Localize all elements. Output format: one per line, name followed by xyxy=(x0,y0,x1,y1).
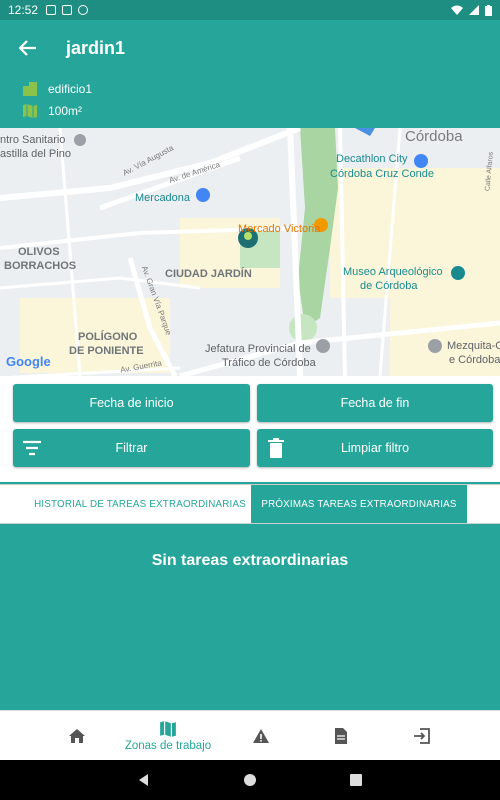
map-label: astilla del Pino xyxy=(0,148,71,160)
filter-icon xyxy=(23,440,41,456)
map-label: OLIVOS xyxy=(18,246,60,258)
building-icon xyxy=(23,82,37,96)
museo-pin[interactable] xyxy=(451,266,465,280)
map-label: Mezquita-C xyxy=(447,340,500,352)
tasks-content: Sin tareas extraordinarias xyxy=(0,524,500,710)
tab-bar: HISTORIAL DE TAREAS EXTRAORDINARIAS PRÓX… xyxy=(0,484,500,524)
end-date-button[interactable]: Fecha de fin xyxy=(257,384,493,422)
end-date-label: Fecha de fin xyxy=(340,396,410,410)
zone-info: edificio1 100m² xyxy=(0,76,500,128)
back-button[interactable] xyxy=(0,20,56,76)
map-label: de Córdoba xyxy=(360,280,418,292)
google-logo: Google xyxy=(6,354,51,369)
map-label: ntro Sanitario xyxy=(0,134,66,146)
decathlon-pin[interactable] xyxy=(414,154,428,168)
map-label: Córdoba Cruz Conde xyxy=(330,168,434,180)
warning-icon xyxy=(253,729,269,743)
clear-filter-button[interactable]: Limpiar filtro xyxy=(257,429,493,467)
home-icon xyxy=(69,729,85,743)
start-date-label: Fecha de inicio xyxy=(89,396,174,410)
filter-button[interactable]: Filtrar xyxy=(13,429,250,467)
trash-icon xyxy=(268,438,284,458)
tab-historial-label: HISTORIAL DE TAREAS EXTRAORDINARIAS xyxy=(34,498,246,510)
notification-icon xyxy=(46,5,57,15)
nav-incidencias[interactable] xyxy=(221,711,301,761)
filter-panel: Fecha de inicio Fecha de fin Filtrar Lim… xyxy=(0,376,500,482)
tab-historial[interactable]: HISTORIAL DE TAREAS EXTRAORDINARIAS xyxy=(30,485,250,523)
mezquita-pin[interactable] xyxy=(428,339,442,353)
status-time: 12:52 xyxy=(8,3,39,17)
map-label: e Córdoba xyxy=(449,354,500,366)
nav-zonas-label: Zonas de trabajo xyxy=(124,740,212,752)
signal-icon xyxy=(469,5,479,15)
system-navigation xyxy=(0,760,500,800)
app-bar: jardin1 xyxy=(0,20,500,76)
bottom-navigation: Zonas de trabajo xyxy=(0,710,500,760)
area-row: 100m² xyxy=(0,100,500,122)
map-label: Córdoba xyxy=(405,128,463,145)
tab-proximas-label: PRÓXIMAS TAREAS EXTRAORDINARIAS xyxy=(261,498,457,510)
centro-sanitario-pin[interactable] xyxy=(74,134,86,146)
building-name: edificio1 xyxy=(48,82,93,96)
sync-icon xyxy=(78,5,89,15)
map-canvas xyxy=(0,128,500,376)
sd-card-icon xyxy=(62,5,73,15)
map-area-icon xyxy=(23,104,37,118)
map-label: Museo Arqueológico xyxy=(343,266,443,278)
status-bar: 12:52 xyxy=(0,0,500,20)
map-label: Decathlon City xyxy=(336,153,408,165)
jefatura-pin[interactable] xyxy=(316,339,330,353)
map-label: Tráfico de Córdoba xyxy=(222,357,316,369)
map-label: CIUDAD JARDÍN xyxy=(165,268,252,280)
start-date-button[interactable]: Fecha de inicio xyxy=(13,384,250,422)
filter-label: Filtrar xyxy=(115,441,148,455)
battery-icon xyxy=(485,4,492,16)
clear-filter-label: Limpiar filtro xyxy=(340,441,410,455)
map-icon xyxy=(160,721,176,737)
nav-logout[interactable] xyxy=(382,711,462,761)
nav-zonas[interactable]: Zonas de trabajo xyxy=(124,711,212,761)
map-label: Mercado Victoria xyxy=(238,223,321,235)
map-label: DE PONIENTE xyxy=(69,345,144,357)
mercadona-pin[interactable] xyxy=(196,188,210,202)
empty-message: Sin tareas extraordinarias xyxy=(151,552,349,569)
nav-home[interactable] xyxy=(37,711,117,761)
document-icon xyxy=(335,728,347,744)
tab-proximas[interactable]: PRÓXIMAS TAREAS EXTRAORDINARIAS xyxy=(251,485,467,523)
area-value: 100m² xyxy=(48,104,83,118)
wifi-icon xyxy=(451,5,463,15)
arrow-back-icon xyxy=(19,40,36,56)
system-back-icon[interactable] xyxy=(134,770,154,790)
building-row: edificio1 xyxy=(0,78,500,100)
map-view[interactable]: ntro Sanitario astilla del Pino Córdoba … xyxy=(0,128,500,376)
logout-icon xyxy=(414,728,430,744)
map-label: Jefatura Provincial de xyxy=(205,343,311,355)
page-title: jardin1 xyxy=(66,37,126,58)
map-label: BORRACHOS xyxy=(4,260,77,272)
map-label: Mercadona xyxy=(135,192,191,204)
system-recents-icon[interactable] xyxy=(346,770,366,790)
system-home-icon[interactable] xyxy=(240,770,260,790)
map-label: POLÍGONO xyxy=(78,331,138,343)
nav-documentos[interactable] xyxy=(301,711,381,761)
